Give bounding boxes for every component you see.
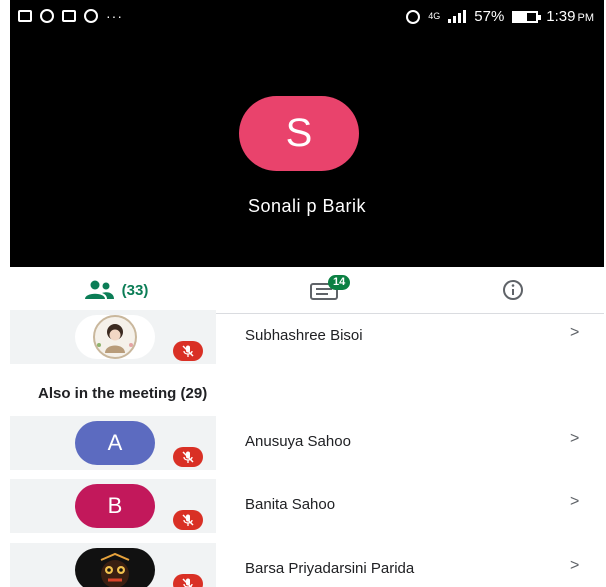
tab-people[interactable]: (33) — [60, 267, 170, 314]
participant-photo-avatar — [75, 548, 155, 587]
participant-name: Subhashree Bisoi — [245, 327, 363, 344]
alarm-clock-icon — [406, 9, 421, 24]
people-icon — [84, 280, 114, 299]
participant-avatar: A — [75, 421, 155, 465]
info-icon — [503, 280, 523, 300]
status-bar: ··· 4G 57% 1:39 PM — [10, 0, 604, 36]
participant-avatar: B — [75, 484, 155, 528]
tab-chat[interactable]: 14 — [280, 267, 370, 313]
clock-time: 1:39 — [546, 8, 576, 25]
status-notifications: ··· — [18, 8, 123, 24]
chevron-right-icon: > — [570, 324, 580, 341]
gallery-icon — [18, 10, 32, 22]
battery-fill — [514, 12, 527, 21]
battery-percent: 57% — [474, 8, 505, 25]
battery-icon — [512, 10, 542, 23]
profile-photo — [93, 315, 137, 359]
chevron-right-icon: > — [570, 557, 580, 574]
mute-indicator — [173, 510, 203, 530]
chevron-right-icon: > — [570, 430, 580, 447]
profile-photo — [75, 548, 155, 587]
speaker-avatar: S — [239, 96, 359, 171]
clock-suffix: PM — [577, 12, 595, 24]
whatsapp-icon — [40, 9, 54, 23]
participant-name: Banita Sahoo — [245, 496, 336, 513]
meeting-tabs: (33) 14 — [10, 267, 604, 314]
clock: 1:39 PM — [546, 8, 594, 25]
mic-off-icon — [182, 514, 194, 526]
tab-info[interactable] — [488, 267, 538, 313]
mic-off-icon — [182, 578, 193, 587]
mute-indicator — [173, 447, 203, 467]
status-system: 4G 57% 1:39 PM — [406, 8, 594, 25]
mic-off-icon — [182, 345, 194, 357]
participant-row[interactable]: B Banita Sahoo > — [10, 479, 604, 533]
participant-name: Anusuya Sahoo — [245, 433, 351, 450]
mic-off-icon — [182, 451, 194, 463]
chat-unread-badge: 14 — [328, 275, 351, 290]
chevron-right-icon: > — [570, 493, 580, 510]
participant-row[interactable]: Subhashree Bisoi > — [10, 310, 604, 364]
mute-indicator — [173, 574, 203, 587]
signal-icon — [448, 10, 467, 23]
participant-photo-avatar — [75, 315, 155, 359]
mute-indicator — [173, 341, 203, 361]
alarm-icon — [84, 9, 98, 23]
participant-row[interactable]: A Anusuya Sahoo > — [10, 416, 604, 470]
more-notifications: ··· — [106, 8, 123, 24]
speaker-name: Sonali p Barik — [247, 196, 367, 216]
participant-row[interactable]: Barsa Priyadarsini Parida > — [10, 543, 604, 587]
section-title: Also in the meeting (29) — [38, 385, 208, 402]
message-icon — [62, 10, 76, 22]
participant-name: Barsa Priyadarsini Parida — [245, 560, 415, 577]
main-video-area[interactable]: ··· 4G 57% 1:39 PM S Sonali p Barik — [10, 0, 604, 267]
network-type: 4G — [428, 11, 441, 21]
people-count: (33) — [121, 281, 149, 299]
